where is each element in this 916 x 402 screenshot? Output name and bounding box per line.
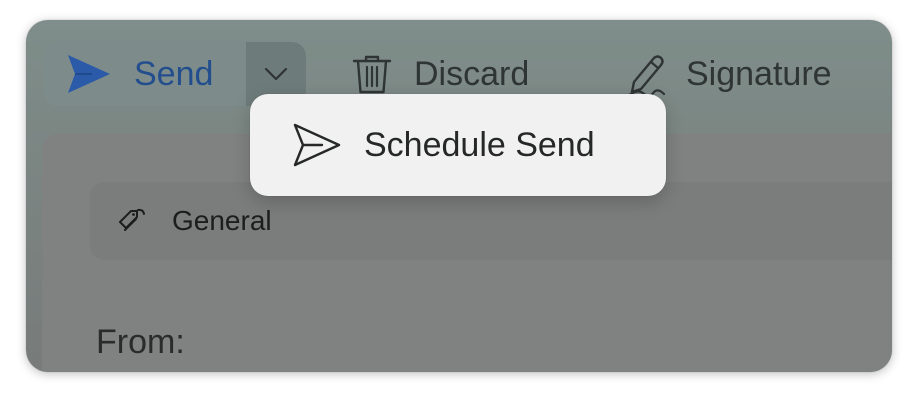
from-field-label: From: xyxy=(96,323,185,361)
signature-label: Signature xyxy=(686,55,832,93)
discard-label: Discard xyxy=(414,55,530,93)
schedule-send-label: Schedule Send xyxy=(364,126,595,164)
compose-window: Send Discard Signature General From: xyxy=(26,20,892,372)
trash-icon xyxy=(352,55,392,94)
chevron-down-icon xyxy=(264,67,288,81)
send-arrow-icon xyxy=(68,55,110,93)
send-outline-icon xyxy=(293,123,341,167)
send-button[interactable]: Send xyxy=(44,42,244,106)
pen-signature-icon xyxy=(626,55,666,98)
sensitivity-label-text: General xyxy=(172,205,272,236)
send-label: Send xyxy=(134,55,214,93)
send-options-menu: Schedule Send xyxy=(250,94,666,196)
schedule-send-menu-item[interactable]: Schedule Send xyxy=(250,94,666,196)
tag-icon xyxy=(119,208,145,231)
